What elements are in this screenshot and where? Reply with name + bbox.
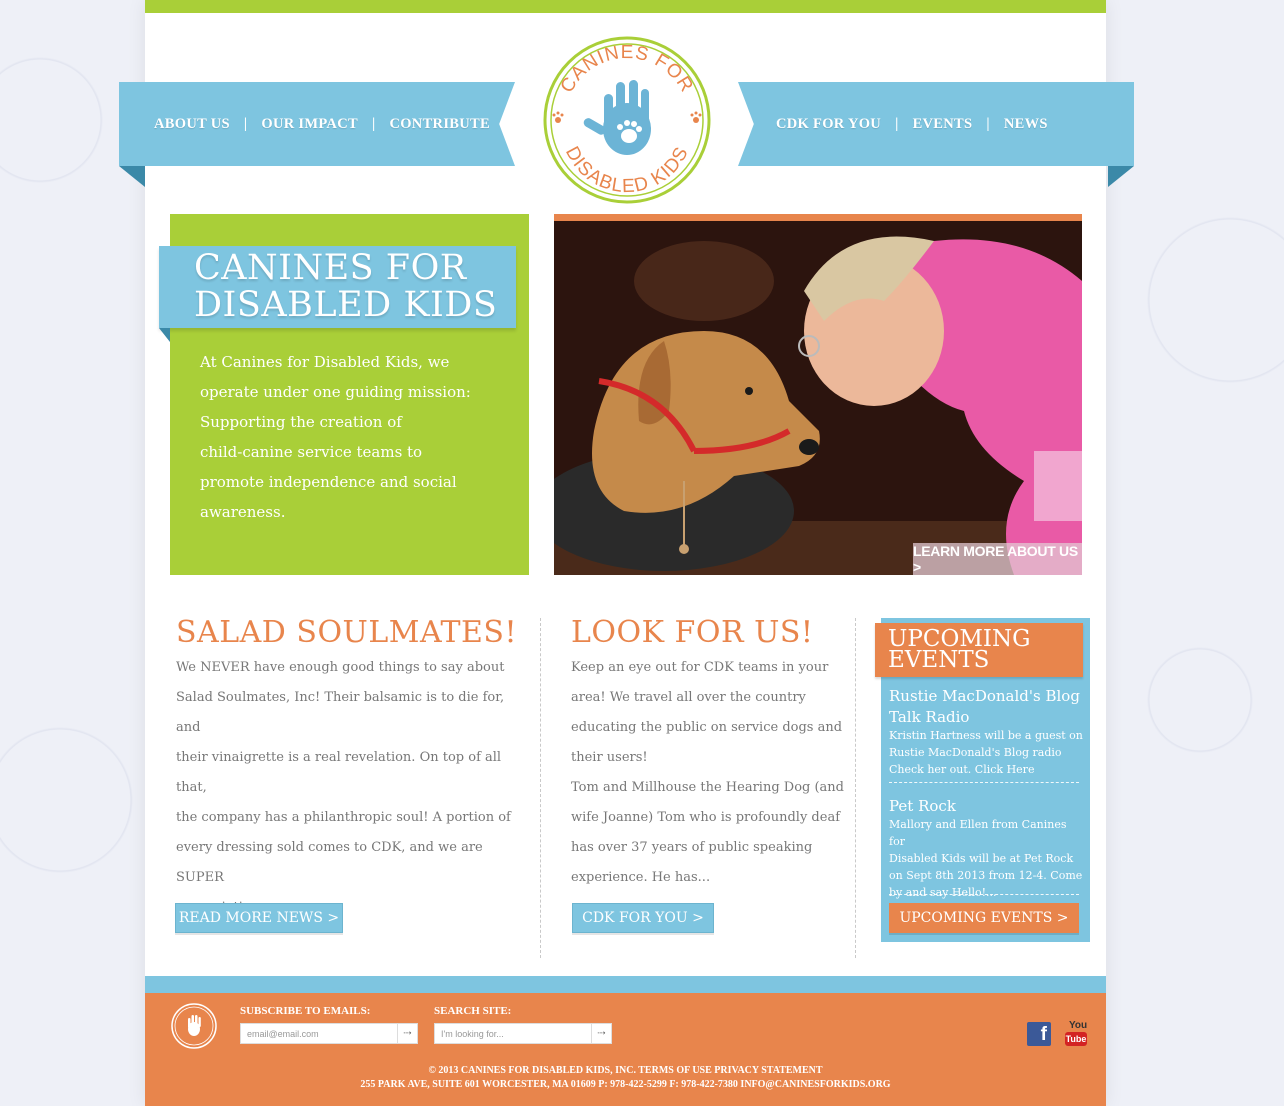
subscribe-arrow-icon[interactable]: ⇢ <box>397 1023 418 1044</box>
nav-contribute[interactable]: CONTRIBUTE <box>389 116 490 133</box>
photo-top-bar <box>554 214 1082 221</box>
nav-events[interactable]: EVENTS <box>913 116 973 133</box>
search-input[interactable]: I'm looking for... <box>434 1023 592 1044</box>
event-title-link[interactable]: Rustie MacDonald's Blog Talk Radio <box>889 686 1084 728</box>
look-text-line: area! We travel all over the country <box>571 690 806 705</box>
hero-text-line: Supporting the creation of <box>200 413 402 431</box>
news-title: SALAD SOULMATES! <box>176 615 518 650</box>
event-text-line: by and say Hello!... <box>889 886 997 899</box>
look-text-line: their users! <box>571 750 648 765</box>
nav-about-us[interactable]: ABOUT US <box>154 116 230 133</box>
facebook-icon[interactable]: f <box>1027 1022 1051 1046</box>
youtube-icon[interactable]: You Tube <box>1065 1020 1089 1048</box>
upcoming-events-button[interactable]: UPCOMING EVENTS > <box>889 903 1079 933</box>
look-text-line: Keep an eye out for CDK teams in your <box>571 660 829 675</box>
event-text-line: Disabled Kids will be at Pet Rock <box>889 852 1074 865</box>
events-heading-line2: EVENTS <box>888 647 990 673</box>
news-text-line: the company has a philanthropic soul! A … <box>176 810 511 825</box>
cdk-for-you-button[interactable]: CDK FOR YOU > <box>572 903 714 933</box>
event-description: Mallory and Ellen from Canines for Disab… <box>889 816 1084 901</box>
event-title-line: Talk Radio <box>889 708 970 726</box>
hero-text-line: awareness. <box>200 503 286 521</box>
nav-separator: | <box>371 115 376 132</box>
handprint-icon <box>188 1015 201 1036</box>
event-title-link[interactable]: Pet Rock <box>889 796 1084 817</box>
nav-separator: | <box>986 115 990 132</box>
search-label: SEARCH SITE: <box>434 1005 512 1017</box>
event-separator <box>889 894 1079 895</box>
nav-our-impact[interactable]: OUR IMPACT <box>261 116 358 133</box>
hero-title: CANINES FOR DISABLED KIDS <box>194 250 514 324</box>
hero-text-line: promote independence and social <box>200 473 457 491</box>
learn-more-button[interactable]: LEARN MORE ABOUT US > <box>913 543 1082 575</box>
top-bar <box>145 0 1106 13</box>
event-text-line: Kristin Hartness will be a guest on <box>889 729 1083 742</box>
column-divider <box>540 618 541 958</box>
news-text-line: every dressing sold comes to CDK, and we… <box>176 840 483 885</box>
youtube-icon-bottom: Tube <box>1065 1032 1087 1046</box>
footer-logo[interactable] <box>170 1002 218 1050</box>
footer-top-bar <box>145 976 1106 993</box>
hero-title-line1: CANINES FOR <box>194 248 467 288</box>
hero-text-line: At Canines for Disabled Kids, we <box>200 353 450 371</box>
nav-separator: | <box>895 115 899 132</box>
hero-title-line2: DISABLED KIDS <box>194 285 498 325</box>
look-text-line: Tom and Millhouse the Hearing Dog (and <box>571 780 844 795</box>
nav-ribbon-right: CDK FOR YOU | EVENTS | NEWS <box>738 82 1134 166</box>
look-for-us-title: LOOK FOR US! <box>571 615 814 650</box>
copyright-text: © 2013 CANINES FOR DISABLED KIDS, INC. T… <box>428 1065 823 1076</box>
hero-photo <box>554 221 1082 575</box>
site-logo[interactable]: CANINES FOR DISABLED KIDS <box>541 34 713 206</box>
nav-ribbon-left: ABOUT US | OUR IMPACT | CONTRIBUTE <box>119 82 515 166</box>
nav-news[interactable]: NEWS <box>1004 116 1048 133</box>
email-input[interactable]: email@email.com <box>240 1023 398 1044</box>
event-title-line: Rustie MacDonald's Blog <box>889 687 1080 705</box>
hero-text-line: child-canine service teams to <box>200 443 423 461</box>
news-text: We NEVER have enough good things to say … <box>176 653 521 923</box>
hero-text-line: operate under one guiding mission: <box>200 383 471 401</box>
news-text-line: Salad Soulmates, Inc! Their balsamic is … <box>176 690 505 735</box>
photo-illustration <box>554 221 1082 575</box>
hero-mission-text: At Canines for Disabled Kids, we operate… <box>200 347 500 527</box>
event-title-line: Pet Rock <box>889 797 956 815</box>
event-text-line: Mallory and Ellen from Canines for <box>889 818 1067 848</box>
event-text-line: Rustie MacDonald's Blog radio <box>889 746 1062 759</box>
read-more-news-button[interactable]: READ MORE NEWS > <box>175 903 343 933</box>
look-text-line: has over 37 years of public speaking <box>571 840 813 855</box>
nav-cdk-for-you[interactable]: CDK FOR YOU <box>776 116 881 133</box>
search-arrow-icon[interactable]: ⇢ <box>591 1023 612 1044</box>
event-separator <box>889 782 1079 783</box>
subscribe-label: SUBSCRIBE TO EMAILS: <box>240 1005 371 1017</box>
address-text: 255 PARK AVE, SUITE 601 WORCESTER, MA 01… <box>360 1079 891 1090</box>
look-text-line: wife Joanne) Tom who is profoundly deaf <box>571 810 841 825</box>
column-divider <box>855 618 856 958</box>
look-text-line: experience. He has... <box>571 870 711 885</box>
news-text-line: We NEVER have enough good things to say … <box>176 660 505 675</box>
event-description: Kristin Hartness will be a guest on Rust… <box>889 727 1084 778</box>
look-for-us-text: Keep an eye out for CDK teams in your ar… <box>571 653 846 893</box>
look-text-line: educating the public on service dogs and <box>571 720 843 735</box>
nav-separator: | <box>243 115 248 132</box>
event-text-line: Check her out. Click Here <box>889 763 1035 776</box>
youtube-icon-top: You <box>1069 1020 1088 1031</box>
event-text-line: on Sept 8th 2013 from 12-4. Come <box>889 869 1083 882</box>
upcoming-events-heading: UPCOMING EVENTS <box>875 623 1083 677</box>
news-text-line: their vinaigrette is a real revelation. … <box>176 750 502 795</box>
